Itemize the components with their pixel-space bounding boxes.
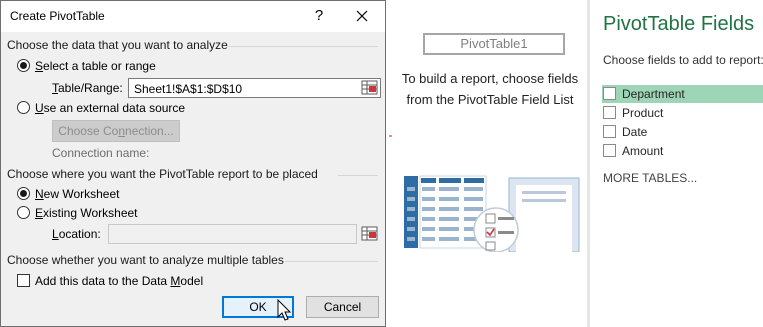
collapse-location-icon[interactable]: [360, 225, 380, 243]
table-range-label: Table/Range:: [52, 81, 123, 95]
field-list-title: PivotTable Fields: [603, 13, 755, 35]
section-analyze-heading: Choose the data that you want to analyze: [7, 38, 228, 52]
pivot-instructions: To build a report, choose fields from th…: [401, 71, 579, 107]
radio-existing-worksheet[interactable]: [17, 206, 30, 219]
section-divider: [338, 175, 378, 176]
pivot-illustration-icon: [404, 175, 580, 252]
pivottable-fields-pane: [590, 0, 763, 327]
collapse-range-icon[interactable]: [360, 79, 380, 97]
pivot-table-name: PivotTable1: [423, 33, 565, 55]
section-divider: [228, 46, 378, 47]
close-button[interactable]: [347, 4, 377, 28]
radio-new-worksheet-label[interactable]: New Worksheet: [35, 187, 119, 201]
dialog-titlebar: Create PivotTable ?: [1, 1, 385, 32]
field-label: Amount: [622, 144, 664, 158]
close-icon: [356, 10, 368, 22]
field-item-date[interactable]: Date: [602, 123, 763, 141]
field-checkbox[interactable]: [603, 106, 616, 119]
field-checkbox[interactable]: [603, 125, 616, 138]
location-input[interactable]: [108, 224, 357, 244]
radio-external-source-label[interactable]: Use an external data source: [35, 101, 185, 115]
field-checkbox[interactable]: [603, 144, 616, 157]
radio-existing-worksheet-label[interactable]: Existing Worksheet: [35, 206, 138, 220]
section-multiple-tables-heading: Choose whether you want to analyze multi…: [7, 253, 284, 267]
location-label: Location:: [52, 227, 101, 241]
data-model-checkbox[interactable]: [17, 274, 30, 287]
data-model-checkbox-label[interactable]: Add this data to the Data Model: [35, 274, 203, 288]
field-checkbox[interactable]: [603, 87, 616, 100]
field-label: Product: [622, 106, 664, 120]
field-item-product[interactable]: Product: [602, 104, 763, 122]
radio-select-table[interactable]: [17, 59, 30, 72]
field-list-subtitle: Choose fields to add to report:: [603, 53, 763, 67]
table-range-input[interactable]: Sheet1!$A$1:$D$10: [128, 78, 381, 98]
help-button[interactable]: ?: [307, 4, 331, 28]
field-item-amount[interactable]: Amount: [602, 142, 763, 160]
radio-new-worksheet[interactable]: [17, 187, 30, 200]
radio-external-source[interactable]: [17, 101, 30, 114]
field-label: Date: [622, 125, 648, 139]
field-item-department[interactable]: Department: [602, 85, 763, 103]
mouse-cursor-icon: [277, 299, 292, 321]
connection-name-label: Connection name:: [52, 146, 150, 160]
section-divider: [285, 261, 378, 262]
field-label: Department: [622, 87, 685, 101]
dialog-title: Create PivotTable: [10, 9, 105, 23]
more-tables-link[interactable]: MORE TABLES...: [603, 171, 697, 185]
choose-connection-button[interactable]: Choose Connection...: [52, 120, 180, 142]
section-placement-heading: Choose where you want the PivotTable rep…: [7, 167, 318, 181]
cancel-button[interactable]: Cancel: [306, 296, 379, 318]
table-range-value: Sheet1!$A$1:$D$10: [134, 82, 243, 96]
radio-select-table-label[interactable]: Select a table or range: [35, 59, 156, 73]
